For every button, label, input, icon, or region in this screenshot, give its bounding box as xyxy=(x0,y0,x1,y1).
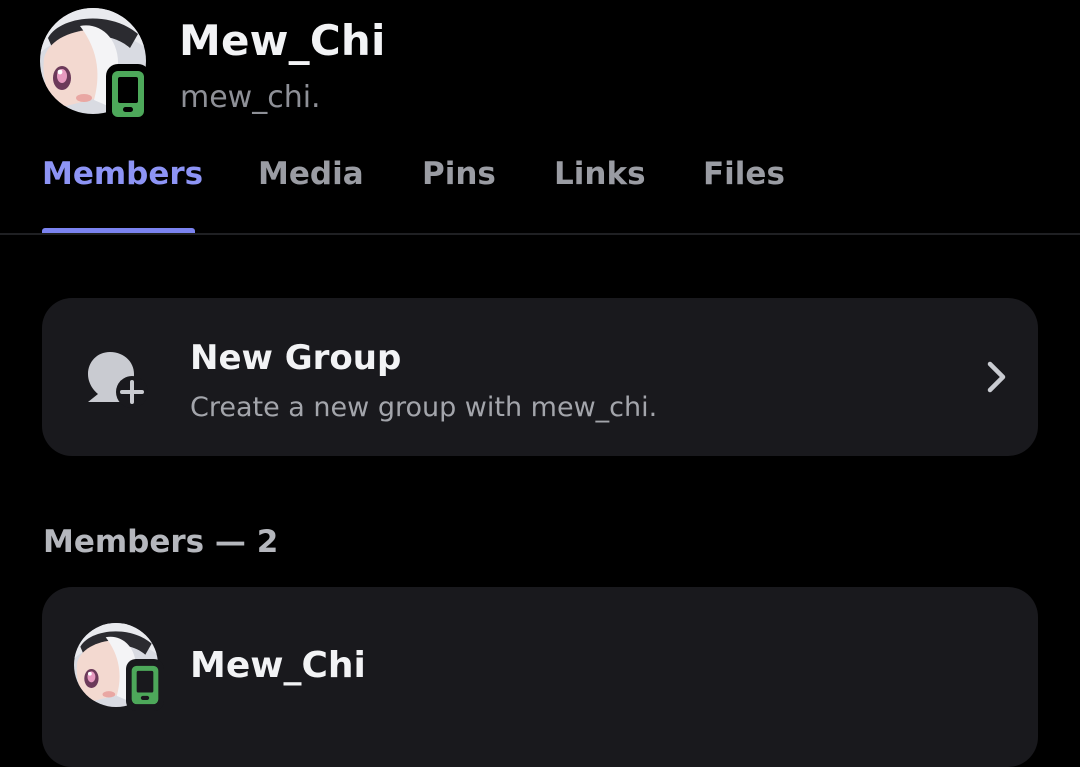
member-status-badge xyxy=(126,659,164,711)
new-group-subtitle: Create a new group with mew_chi. xyxy=(190,392,658,423)
profile-display-name: Mew_Chi xyxy=(179,16,386,65)
tab-links[interactable]: Links xyxy=(554,156,646,192)
mobile-online-icon xyxy=(131,665,159,705)
status-badge xyxy=(106,64,150,124)
tab-files[interactable]: Files xyxy=(703,156,785,192)
tab-media[interactable]: Media xyxy=(258,156,364,192)
chevron-right-icon xyxy=(987,361,1006,393)
member-row[interactable]: Mew_Chi xyxy=(42,587,1038,767)
profile-avatar[interactable] xyxy=(40,8,150,124)
new-group-icon xyxy=(88,352,148,408)
tab-bar: Members Media Pins Links Files xyxy=(0,150,1080,234)
members-count-heading: Members — 2 xyxy=(43,524,279,560)
member-name: Mew_Chi xyxy=(190,645,366,686)
tab-members[interactable]: Members xyxy=(42,156,203,192)
profile-username: mew_chi. xyxy=(180,80,321,115)
profile-header: Mew_Chi mew_chi. xyxy=(0,0,1080,130)
new-group-button[interactable]: New Group Create a new group with mew_ch… xyxy=(42,298,1038,456)
mobile-online-icon xyxy=(112,71,144,117)
member-avatar xyxy=(74,623,164,713)
new-group-title: New Group xyxy=(190,338,402,378)
tabs-divider xyxy=(0,233,1080,235)
tab-pins[interactable]: Pins xyxy=(422,156,496,192)
